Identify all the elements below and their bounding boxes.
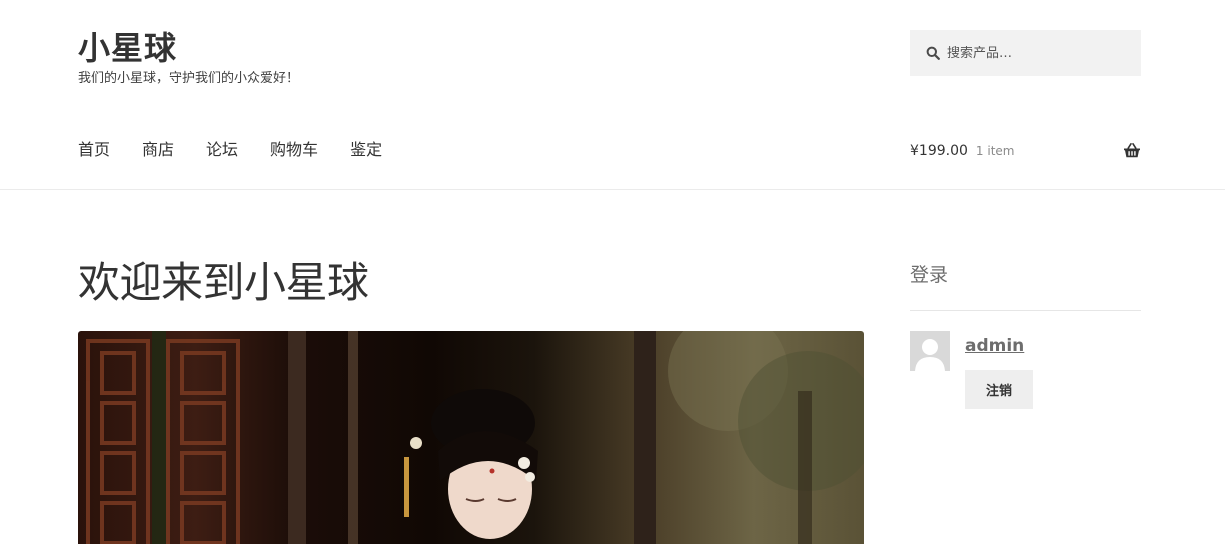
product-search[interactable] [910, 30, 1141, 76]
login-widget-title: 登录 [910, 264, 949, 286]
nav-item-cart[interactable]: 购物车 [270, 139, 318, 161]
nav-item-appraisal[interactable]: 鉴定 [350, 139, 382, 161]
cart-count: 1 item [975, 144, 1015, 158]
main-nav: 首页 商店 论坛 购物车 鉴定 [78, 139, 382, 161]
site-description: 我们的小星球，守护我们的小众爱好！ [78, 71, 300, 86]
search-input[interactable] [947, 45, 1132, 61]
widget-divider [910, 310, 1141, 311]
username-link[interactable]: admin [965, 335, 1024, 357]
nav-item-home[interactable]: 首页 [78, 139, 110, 161]
search-icon [926, 46, 940, 60]
cart-amount: ¥199.00 [910, 143, 968, 159]
header-cart[interactable]: ¥199.00 1 item [910, 141, 1141, 161]
nav-item-forum[interactable]: 论坛 [206, 139, 238, 161]
avatar [910, 331, 950, 371]
page: 小星球 我们的小星球，守护我们的小众爱好！ 首页 商店 论坛 购物车 鉴定 ¥1… [0, 0, 1225, 544]
featured-image [78, 331, 864, 544]
site-title[interactable]: 小星球 [78, 28, 177, 68]
page-title: 欢迎来到小星球 [78, 258, 369, 307]
header-divider [0, 189, 1225, 190]
logout-button[interactable]: 注销 [965, 370, 1033, 409]
basket-icon[interactable] [1123, 142, 1141, 160]
nav-item-shop[interactable]: 商店 [142, 139, 174, 161]
